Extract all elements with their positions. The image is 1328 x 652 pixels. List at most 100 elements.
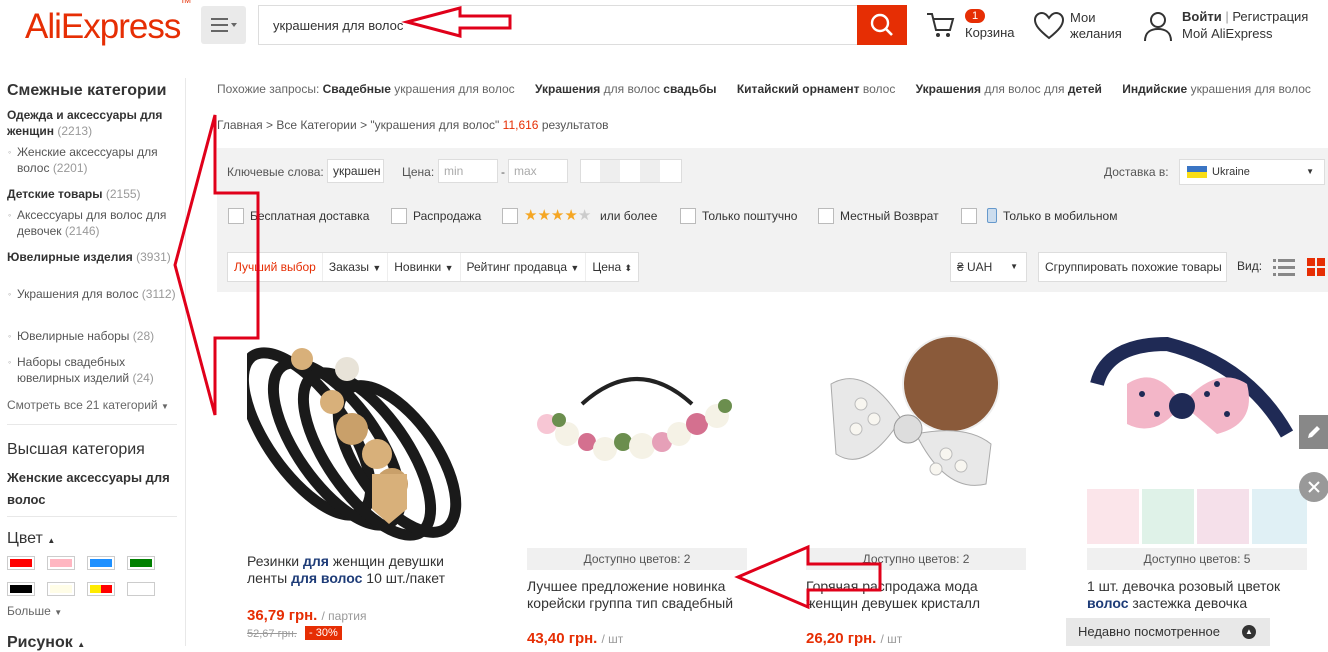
local-return-label: Местный Возврат <box>840 209 939 223</box>
keywords-input[interactable]: украшен <box>327 159 384 183</box>
product-card[interactable]: Доступно цветов: 5 1 шт. девочка розовый… <box>1087 324 1307 646</box>
related-search-link[interactable]: Украшения для волос свадьбы <box>535 82 717 96</box>
login-link[interactable]: Войти <box>1182 9 1222 24</box>
sidebar-divider <box>7 424 177 425</box>
sidebar-subcategory-girls-hair[interactable]: Аксессуары для волос для девочек (2146) <box>8 207 177 239</box>
chevron-up-icon: ▲ <box>1242 625 1256 639</box>
product-image-pearl-bow[interactable] <box>806 324 1026 544</box>
rating-checkbox[interactable] <box>502 208 518 224</box>
sidebar-divider <box>7 516 177 517</box>
chevron-up-icon: ▲ <box>47 536 56 545</box>
sidebar-subcategory-hair-jewelry[interactable]: Украшения для волос (3112) <box>8 286 177 302</box>
price-min-input[interactable]: min <box>438 159 498 183</box>
four-stars-icon: ★★★★★ <box>524 207 592 224</box>
pencil-icon <box>1307 426 1320 438</box>
sale-checkbox[interactable] <box>391 208 407 224</box>
sort-newest[interactable]: Новинки ▼ <box>388 253 461 281</box>
list-view-icon[interactable] <box>1273 258 1295 276</box>
top-category-link[interactable]: Женские аксессуары для волос <box>7 467 177 511</box>
sort-price[interactable]: Цена ⬍ <box>586 253 638 281</box>
results-count: 11,616 <box>502 118 539 132</box>
sort-seller-rating[interactable]: Рейтинг продавца ▼ <box>461 253 587 281</box>
recently-viewed-bar[interactable]: Недавно посмотренное ▲ <box>1066 618 1270 646</box>
color-swatch[interactable] <box>7 556 35 570</box>
close-icon <box>1308 481 1320 493</box>
ship-to-label: Доставка в: <box>1104 165 1169 179</box>
product-card[interactable]: Доступно цветов: 2 Горячая распродажа мо… <box>806 324 1026 647</box>
price-label: Цена: <box>402 165 435 179</box>
product-title[interactable]: Резинки для женщин девушки ленты для вол… <box>247 553 467 587</box>
keywords-label: Ключевые слова: <box>227 165 324 179</box>
sidebar-subcategory-jewelry-sets[interactable]: Ювелирные наборы (28) <box>8 328 177 344</box>
color-swatch[interactable] <box>47 582 75 596</box>
sidebar-category-jewelry[interactable]: Ювелирные изделия (3931) <box>7 249 177 265</box>
product-card[interactable]: Резинки для женщин девушки ленты для вол… <box>247 324 467 646</box>
breadcrumb-home[interactable]: Главная <box>217 118 263 132</box>
wholesale-checkbox[interactable] <box>680 208 696 224</box>
product-old-price: 52,67 грн. <box>247 628 297 640</box>
color-swatch[interactable] <box>87 556 115 570</box>
product-price: 26,20 грн. / шт <box>806 630 903 647</box>
ship-to-select[interactable]: Ukraine ▼ <box>1179 159 1325 185</box>
price-ok-button[interactable] <box>580 159 682 183</box>
currency-select[interactable]: ₴ UAH ▼ <box>950 252 1027 282</box>
sidebar-category-women[interactable]: Одежда и аксессуары для женщин (2213) <box>7 107 177 139</box>
product-price: 36,79 грн. / партия <box>247 607 367 624</box>
product-title[interactable]: Горячая распродажа мода женщин девушек к… <box>806 578 1026 612</box>
user-icon <box>1144 12 1172 42</box>
search-input[interactable] <box>259 6 858 44</box>
sidebar-subcategory-wedding-sets[interactable]: Наборы свадебных ювелирных изделий (24) <box>8 354 177 386</box>
related-search-link[interactable]: Китайский орнамент волос <box>737 82 895 96</box>
color-swatch[interactable] <box>47 556 75 570</box>
search-button[interactable] <box>857 5 907 45</box>
product-title[interactable]: 1 шт. девочка розовый цветок волос засте… <box>1087 578 1307 612</box>
product-title[interactable]: Лучшее предложение новинка корейски груп… <box>527 578 747 612</box>
mobile-only-label: Только в мобильном <box>1003 209 1118 223</box>
price-max-input[interactable]: max <box>508 159 568 183</box>
color-filter-heading[interactable]: Цвет ▲ <box>7 530 55 548</box>
sort-orders[interactable]: Заказы ▼ <box>323 253 389 281</box>
group-similar-button[interactable]: Сгруппировать похожие товары <box>1038 252 1227 282</box>
product-image-flower-crown[interactable] <box>527 324 747 544</box>
related-search-link[interactable]: Индийские украшения для волос <box>1122 82 1311 96</box>
product-card[interactable]: Доступно цветов: 2 Лучшее предложение но… <box>527 324 747 647</box>
more-colors-link[interactable]: Больше ▼ <box>7 604 62 618</box>
free-shipping-checkbox[interactable] <box>228 208 244 224</box>
related-search-link[interactable]: Свадебные украшения для волос <box>323 82 515 96</box>
product-image-hair-ties[interactable] <box>247 324 467 544</box>
cart-link[interactable]: 1 Корзина <box>925 8 1025 44</box>
product-image-pink-bow-headband[interactable] <box>1087 324 1307 544</box>
discount-badge: - 30% <box>305 626 342 640</box>
my-aliexpress-link[interactable]: Мой AliExpress <box>1182 26 1273 41</box>
color-swatch[interactable] <box>7 582 35 596</box>
sort-best-match[interactable]: Лучший выбор <box>228 253 323 281</box>
color-swatch[interactable] <box>127 556 155 570</box>
caret-down-icon: ▼ <box>372 263 382 273</box>
related-search-link[interactable]: Украшения для волос для детей <box>916 82 1102 96</box>
aliexpress-logo[interactable]: AliExpressTM <box>25 0 191 47</box>
available-colors: Доступно цветов: 2 <box>527 548 747 570</box>
account-separator: | <box>1225 9 1229 24</box>
color-swatch[interactable] <box>127 582 155 596</box>
breadcrumb: Главная > Все Категории > "украшения для… <box>217 118 609 132</box>
breadcrumb-all-categories[interactable]: Все Категории <box>276 118 356 132</box>
local-return-checkbox[interactable] <box>818 208 834 224</box>
sale-label: Распродажа <box>413 209 482 223</box>
categories-menu-button[interactable] <box>201 6 246 44</box>
feedback-edit-button[interactable] <box>1299 415 1328 449</box>
close-button[interactable] <box>1299 472 1328 502</box>
chevron-up-icon: ▲ <box>77 640 86 649</box>
product-price: 43,40 грн. / шт <box>527 630 624 647</box>
chevron-down-icon: ▼ <box>1306 167 1314 176</box>
grid-view-icon[interactable] <box>1307 258 1325 276</box>
wish-label-1: Мои <box>1070 10 1096 25</box>
sidebar-subcategory-women-hair[interactable]: Женские аксессуары для волос (2201) <box>8 144 177 176</box>
register-link[interactable]: Регистрация <box>1232 9 1308 24</box>
see-all-categories-link[interactable]: Смотреть все 21 категорий ▼ <box>7 398 169 412</box>
or-more-label: или более <box>600 209 658 223</box>
color-swatch[interactable] <box>87 582 115 596</box>
mobile-only-checkbox[interactable] <box>961 208 977 224</box>
pattern-filter-heading[interactable]: Рисунок ▲ <box>7 634 85 652</box>
wholesale-label: Только поштучно <box>702 209 798 223</box>
sidebar-category-kids[interactable]: Детские товары (2155) <box>7 186 177 202</box>
